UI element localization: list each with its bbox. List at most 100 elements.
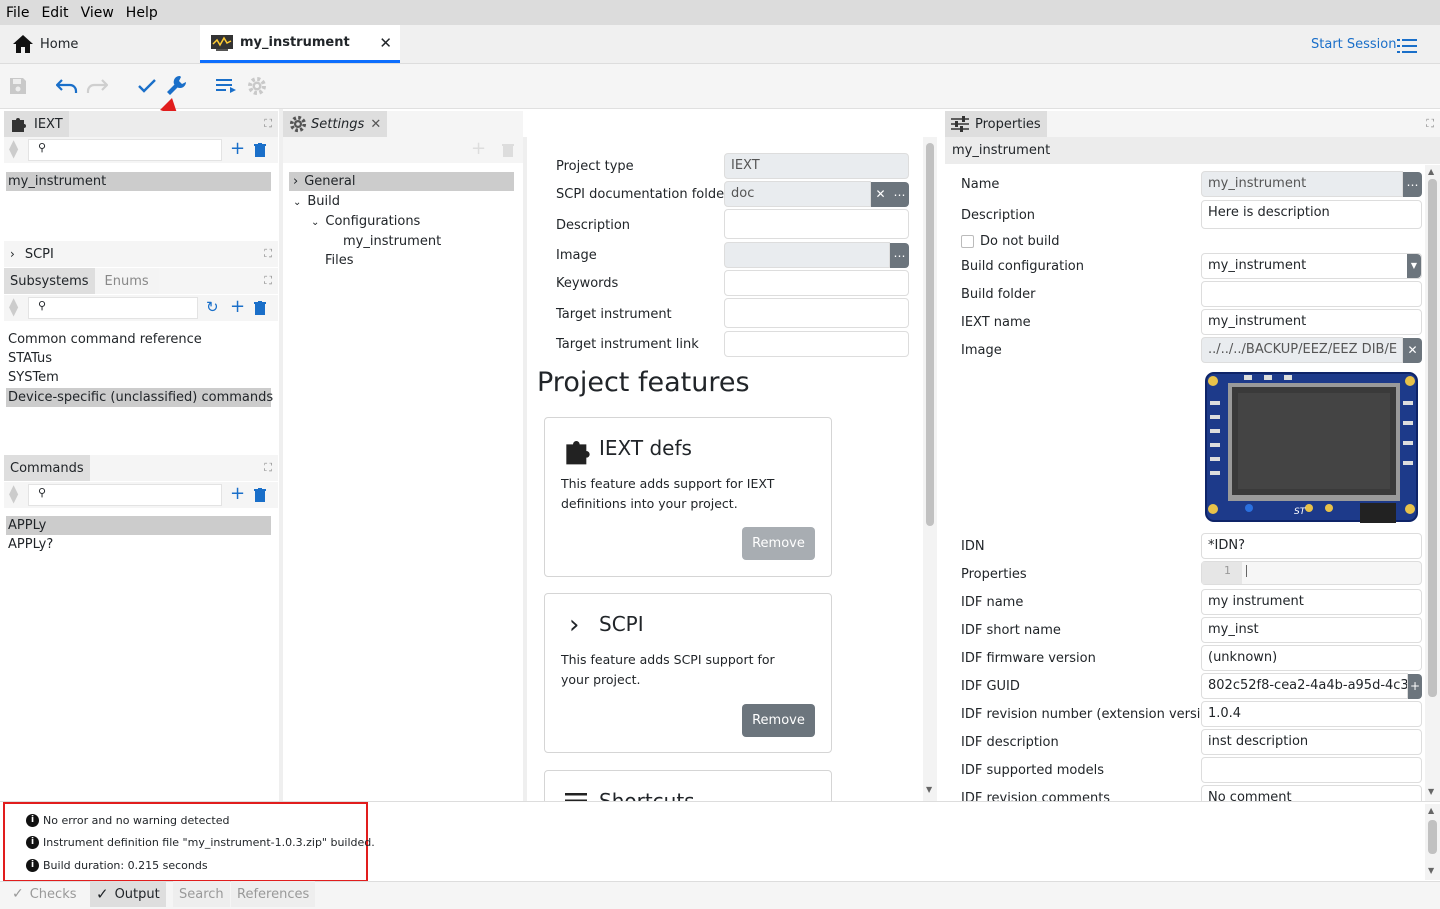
tab-home[interactable]: Home: [0, 25, 200, 63]
tab-properties[interactable]: Properties: [945, 111, 1047, 137]
add-icon[interactable]: +: [230, 483, 245, 504]
maximize-icon[interactable]: ⛶: [264, 274, 272, 288]
menu-edit[interactable]: Edit: [35, 5, 74, 21]
trash-icon[interactable]: [254, 488, 266, 502]
tree-item-configurations[interactable]: ⌄ Configurations: [307, 212, 420, 231]
scroll-down-icon[interactable]: ▼: [1428, 866, 1434, 875]
menu-view[interactable]: View: [75, 5, 120, 21]
clear-icon[interactable]: ✕: [1403, 338, 1422, 363]
close-tab-icon[interactable]: ✕: [379, 34, 392, 52]
sort-icon[interactable]: ▲ ▼: [9, 138, 18, 159]
tree-item-files[interactable]: Files: [323, 251, 354, 270]
properties-scrollbar[interactable]: ▲ ▼: [1425, 165, 1440, 801]
name-field[interactable]: my_instrument: [1201, 171, 1403, 197]
remove-button[interactable]: Remove: [742, 704, 815, 737]
list-item[interactable]: Device-specific (unclassified) commands: [6, 388, 273, 407]
sort-icon[interactable]: ▲ ▼: [9, 483, 18, 504]
description-field[interactable]: [724, 209, 909, 239]
tab-output[interactable]: ✓ Output: [90, 881, 166, 907]
add-icon[interactable]: +: [230, 138, 245, 159]
idf-revision-number-field[interactable]: 1.0.4: [1201, 701, 1422, 727]
idf-name-field[interactable]: my instrument: [1201, 589, 1422, 615]
idf-supported-models-field[interactable]: [1201, 757, 1422, 783]
hamburger-menu-icon[interactable]: [1397, 39, 1417, 53]
image-field[interactable]: ../../../BACKUP/EEZ/EEZ DIB/E: [1201, 337, 1403, 363]
list-item[interactable]: APPLy?: [6, 535, 53, 554]
idf-description-field[interactable]: inst description: [1201, 729, 1422, 755]
list-item[interactable]: APPLy: [6, 516, 271, 535]
target-instrument-link-field[interactable]: [724, 331, 909, 357]
maximize-icon[interactable]: ⛶: [264, 247, 272, 261]
menu-file[interactable]: File: [0, 5, 35, 21]
browse-icon[interactable]: …: [1403, 172, 1422, 197]
tab-checks[interactable]: ✓ Checks: [6, 881, 83, 907]
redo-icon[interactable]: [86, 78, 108, 94]
tab-references[interactable]: References: [231, 881, 316, 907]
do-not-build-checkbox[interactable]: [961, 235, 974, 248]
list-item[interactable]: STATus: [6, 349, 52, 368]
tab-settings[interactable]: Settings ✕: [283, 111, 388, 137]
check-icon[interactable]: [137, 78, 157, 94]
gear-icon[interactable]: [247, 76, 267, 96]
keywords-field[interactable]: [724, 270, 909, 296]
build-configuration-select[interactable]: my_instrument: [1201, 253, 1422, 279]
image-field[interactable]: [724, 242, 890, 268]
tab-subsystems[interactable]: Subsystems: [4, 268, 95, 294]
scroll-up-icon[interactable]: ▲: [1428, 806, 1434, 815]
tab-my-instrument[interactable]: my_instrument ✕: [200, 25, 400, 63]
tab-scpi[interactable]: › SCPI: [4, 241, 60, 267]
target-instrument-field[interactable]: [724, 298, 909, 328]
list-item[interactable]: SYSTem: [6, 368, 59, 387]
project-type-field[interactable]: IEXT: [724, 153, 909, 179]
start-session-link[interactable]: Start Session: [1311, 37, 1397, 52]
idf-revision-comments-field[interactable]: No comment: [1201, 785, 1422, 801]
idf-firmware-version-field[interactable]: (unknown): [1201, 645, 1422, 671]
sort-icon[interactable]: ▲ ▼: [9, 296, 18, 317]
trash-icon[interactable]: [502, 143, 514, 157]
scrollbar-thumb[interactable]: [1428, 179, 1437, 697]
maximize-icon[interactable]: ⛶: [264, 117, 272, 131]
tab-iext[interactable]: IEXT: [4, 111, 69, 137]
tab-enums[interactable]: Enums: [94, 268, 159, 294]
settings-scrollbar[interactable]: ▼: [923, 137, 937, 801]
build-wrench-icon[interactable]: [165, 74, 189, 98]
scrollbar-thumb[interactable]: [1428, 820, 1437, 854]
idf-guid-field[interactable]: 802c52f8-cea2-4a4b-a95d-4c31b5a: [1201, 673, 1408, 699]
maximize-icon[interactable]: ⛶: [1426, 117, 1434, 131]
scrollbar-thumb[interactable]: [926, 143, 934, 526]
scroll-down-icon[interactable]: ▼: [926, 785, 932, 794]
chevron-down-icon[interactable]: ▼: [1407, 254, 1421, 278]
clear-icon[interactable]: ✕: [871, 182, 890, 207]
description-field[interactable]: Here is description: [1201, 200, 1422, 229]
build-folder-field[interactable]: [1201, 281, 1422, 307]
remove-button[interactable]: Remove: [742, 527, 815, 560]
menu-help[interactable]: Help: [120, 5, 164, 21]
close-icon[interactable]: ✕: [370, 117, 381, 132]
list-icon[interactable]: [216, 77, 238, 95]
idn-field[interactable]: *IDN?: [1201, 533, 1422, 559]
iext-name-field[interactable]: my_instrument: [1201, 309, 1422, 335]
properties-code-editor[interactable]: 1: [1201, 561, 1422, 585]
browse-icon[interactable]: …: [890, 182, 909, 207]
scpi-search-input[interactable]: ⚲: [28, 297, 198, 319]
list-item[interactable]: Common command reference: [6, 330, 202, 349]
maximize-icon[interactable]: ⛶: [264, 461, 272, 475]
divider[interactable]: [279, 109, 283, 801]
tree-item-build[interactable]: ⌄ Build: [289, 192, 340, 211]
scroll-up-icon[interactable]: ▲: [1428, 167, 1434, 176]
add-icon[interactable]: +: [471, 138, 486, 159]
undo-icon[interactable]: [56, 78, 78, 94]
save-icon[interactable]: [8, 76, 28, 96]
browse-icon[interactable]: …: [890, 243, 909, 268]
tab-commands[interactable]: Commands: [4, 455, 90, 481]
scpi-doc-folder-field[interactable]: doc: [724, 181, 871, 207]
list-item[interactable]: my_instrument: [6, 172, 271, 191]
tab-search[interactable]: Search: [173, 881, 230, 907]
tree-item-general[interactable]: › General: [289, 172, 514, 191]
tree-item-config[interactable]: my_instrument: [341, 232, 441, 251]
scroll-down-icon[interactable]: ▼: [1428, 787, 1434, 796]
add-icon[interactable]: +: [230, 296, 245, 317]
refresh-icon[interactable]: ↻: [206, 298, 219, 316]
generate-guid-icon[interactable]: +: [1408, 674, 1422, 699]
iext-search-input[interactable]: ⚲: [28, 139, 222, 161]
